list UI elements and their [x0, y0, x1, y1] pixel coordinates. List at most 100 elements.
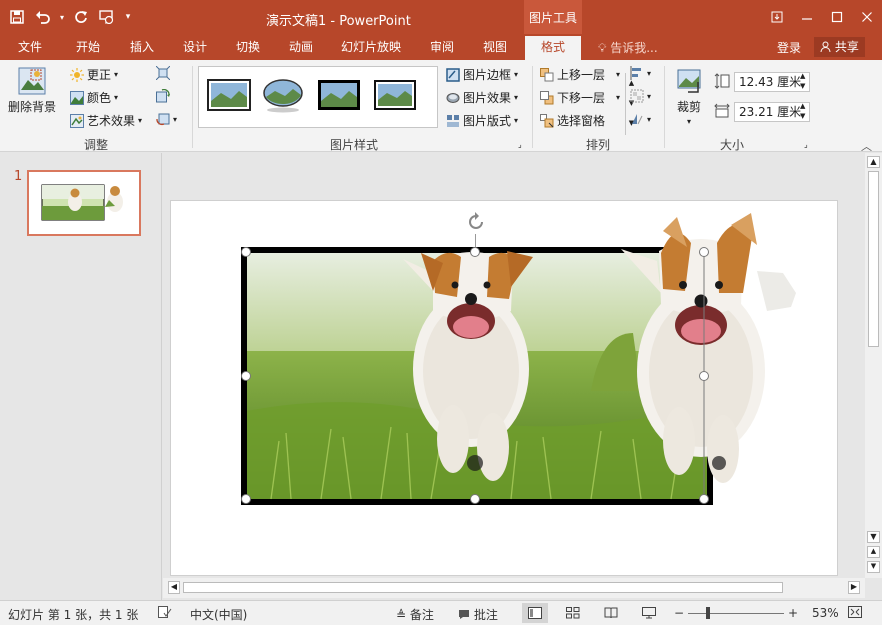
rotate-handle-icon[interactable] [464, 210, 488, 234]
ribbon-display-options-icon[interactable] [762, 0, 792, 34]
corrections-button[interactable]: 更正 ▾ [70, 66, 118, 83]
color-button[interactable]: 颜色 ▾ [70, 89, 118, 106]
tab-view[interactable]: 视图 [483, 38, 507, 60]
picture-style-black-frame[interactable] [373, 77, 417, 113]
tab-format[interactable]: 格式 [525, 36, 582, 60]
previous-slide-icon[interactable]: ▲ [867, 546, 880, 558]
tab-transitions[interactable]: 切换 [236, 38, 260, 60]
crop-button[interactable]: 裁剪 ▾ [672, 66, 706, 126]
resize-handle-w[interactable] [241, 371, 251, 381]
crop-icon [677, 69, 701, 93]
zoom-out-icon[interactable]: − [674, 606, 684, 620]
zoom-slider-track[interactable] [688, 613, 784, 614]
scroll-down-icon[interactable]: ▼ [867, 531, 880, 543]
picture-effects-icon [446, 91, 460, 105]
slide-canvas[interactable] [170, 200, 838, 576]
reset-picture-button[interactable]: ▾ [156, 112, 177, 126]
tab-home[interactable]: 开始 [76, 38, 100, 60]
bring-forward-icon [540, 67, 554, 82]
resize-handle-nw[interactable] [241, 247, 251, 257]
next-slide-icon[interactable]: ▼ [867, 561, 880, 573]
redo-icon[interactable] [70, 6, 92, 28]
width-spinner[interactable]: ▲ ▼ [800, 101, 805, 121]
change-picture-button[interactable] [156, 88, 170, 103]
dropdown-caret-icon: ▾ [514, 93, 519, 102]
login-link[interactable]: 登录 [777, 39, 801, 56]
vertical-scrollbar[interactable]: ▲ ▼ ▲ ▼ [865, 153, 882, 578]
resize-handle-e[interactable] [699, 371, 709, 381]
bring-forward-button[interactable]: 上移一层 ▾ [540, 66, 620, 83]
picture-layout-button[interactable]: 图片版式 ▾ [446, 112, 518, 129]
group-objects-button[interactable]: ▾ [630, 89, 651, 103]
remove-background-button[interactable]: 删除背景 [6, 66, 58, 115]
tab-slideshow[interactable]: 幻灯片放映 [341, 38, 401, 60]
tab-insert[interactable]: 插入 [130, 38, 154, 60]
dropdown-caret-icon: ▾ [616, 70, 621, 79]
normal-view-icon[interactable] [522, 603, 548, 623]
notes-button[interactable]: ≜ 备注 [396, 606, 434, 623]
fit-slide-icon[interactable] [848, 606, 862, 621]
save-icon[interactable] [6, 6, 28, 28]
scroll-left-icon[interactable]: ◀ [168, 581, 180, 594]
resize-handle-ne[interactable] [699, 247, 709, 257]
picture-styles-launcher-icon[interactable]: ⌟ [518, 140, 522, 149]
compress-pictures-icon [155, 65, 171, 81]
slide-thumbnail[interactable] [27, 170, 141, 236]
rotate-button[interactable]: ▾ [630, 112, 651, 126]
dropdown-caret-icon[interactable]: ▾ [58, 6, 66, 28]
width-input[interactable]: 23.21 厘米 [734, 102, 810, 122]
horizontal-scrollbar[interactable]: ◀ ▶ [163, 578, 865, 598]
picture-style-oval[interactable] [261, 77, 305, 113]
minimize-icon[interactable] [792, 0, 822, 34]
scroll-right-icon[interactable]: ▶ [848, 581, 860, 594]
share-button[interactable]: 共享 [814, 37, 865, 57]
size-launcher-icon[interactable]: ⌟ [804, 140, 808, 149]
picture-style-simple-frame[interactable] [207, 77, 251, 113]
selection-pane-label: 选择窗格 [557, 114, 606, 128]
artistic-effects-button[interactable]: 艺术效果 ▾ [70, 112, 142, 129]
horizontal-scroll-thumb[interactable] [183, 582, 783, 593]
undo-icon[interactable] [32, 6, 54, 28]
selection-pane-icon [540, 113, 554, 128]
picture-border-button[interactable]: 图片边框 ▾ [446, 66, 518, 83]
language-indicator[interactable]: 中文(中国) [190, 606, 247, 623]
resize-handle-se[interactable] [699, 494, 709, 504]
tab-file[interactable]: 文件 [18, 38, 42, 60]
tab-design[interactable]: 设计 [183, 38, 207, 60]
slideshow-view-icon[interactable] [636, 603, 662, 623]
zoom-in-icon[interactable]: + [788, 606, 798, 620]
send-backward-button[interactable]: 下移一层 ▾ [540, 89, 620, 106]
compress-pictures-button[interactable] [155, 65, 171, 81]
sun-icon [70, 67, 84, 82]
reading-view-icon[interactable] [598, 603, 624, 623]
maximize-icon[interactable] [822, 0, 852, 34]
spelling-check-icon[interactable] [158, 606, 172, 621]
group-separator [664, 66, 665, 148]
selection-pane-button[interactable]: 选择窗格 [540, 112, 605, 129]
align-button[interactable]: ▾ [630, 66, 651, 80]
picture-effects-button[interactable]: 图片效果 ▾ [446, 89, 518, 106]
collapse-ribbon-icon[interactable]: ︿ [861, 138, 872, 154]
zoom-level[interactable]: 53% [812, 606, 839, 620]
resize-handle-s[interactable] [470, 494, 480, 504]
remove-background-label: 删除背景 [7, 100, 56, 114]
tab-review[interactable]: 审阅 [430, 38, 454, 60]
tell-me-search[interactable]: 💡︎ 告诉我... [598, 39, 658, 56]
scroll-up-icon[interactable]: ▲ [867, 156, 880, 168]
comments-label: 批注 [473, 608, 498, 622]
resize-handle-n[interactable] [470, 247, 480, 257]
slide-sorter-view-icon[interactable] [560, 603, 586, 623]
picture-styles-gallery: ▲ ▼ ▼ [198, 66, 634, 135]
customize-qat-icon[interactable]: ▾ [122, 6, 134, 28]
vertical-scroll-thumb[interactable] [868, 171, 879, 347]
comments-button[interactable]: 批注 [458, 606, 498, 623]
zoom-slider-thumb[interactable] [706, 607, 710, 619]
picture-border-icon [446, 67, 460, 82]
height-input[interactable]: 12.43 厘米 [734, 72, 810, 92]
tab-animations[interactable]: 动画 [289, 38, 313, 60]
picture-style-thick-black[interactable] [317, 77, 361, 113]
start-from-beginning-icon[interactable] [96, 6, 118, 28]
close-icon[interactable] [852, 0, 882, 34]
resize-handle-sw[interactable] [241, 494, 251, 504]
height-spinner[interactable]: ▲ ▼ [800, 71, 805, 91]
